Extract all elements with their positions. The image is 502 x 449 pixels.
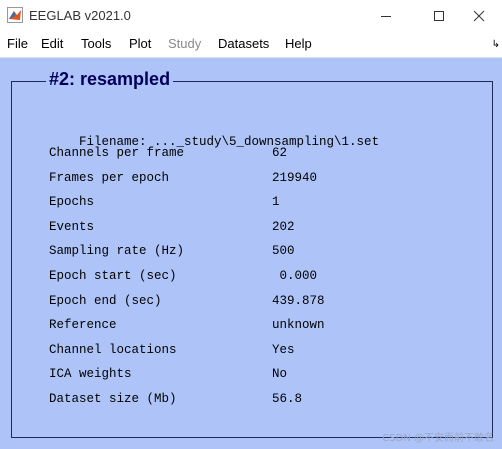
row-label: Sampling rate (Hz) <box>49 244 185 258</box>
row-value: 62 <box>272 146 288 160</box>
info-row: Reference unknown <box>49 318 325 338</box>
info-row: Epoch end (sec) 439.878 <box>49 294 325 314</box>
info-row: Frames per epoch 219940 <box>49 171 317 191</box>
close-icon <box>473 10 485 21</box>
row-label: Epochs <box>49 195 95 209</box>
row-label: ICA weights <box>49 367 132 381</box>
dock-arrow-icon[interactable]: ↳ <box>492 39 500 50</box>
row-label: Epoch start (sec) <box>49 269 177 283</box>
filename-row: Filename: ..._study\5_downsampling\1.set <box>49 121 379 149</box>
menu-tools[interactable]: Tools <box>81 36 111 51</box>
menu-plot[interactable]: Plot <box>129 36 151 51</box>
row-value: 219940 <box>272 171 318 185</box>
minimize-icon <box>381 15 391 17</box>
row-value: 202 <box>272 220 295 234</box>
watermark-text: CSDN @不安而前不敢名 <box>382 433 494 444</box>
menu-file[interactable]: File <box>7 36 28 51</box>
row-label: Channel locations <box>49 343 177 357</box>
row-label: Channels per frame <box>49 146 185 160</box>
row-label: Dataset size (Mb) <box>49 392 177 406</box>
row-value: 439.878 <box>272 294 325 308</box>
info-row: Channel locations Yes <box>49 343 295 363</box>
row-value: No <box>272 367 288 381</box>
info-row: Sampling rate (Hz) 500 <box>49 244 295 264</box>
menu-help[interactable]: Help <box>285 36 312 51</box>
row-value: unknown <box>272 318 325 332</box>
menu-edit[interactable]: Edit <box>41 36 63 51</box>
row-label: Reference <box>49 318 117 332</box>
row-label: Frames per epoch <box>49 171 170 185</box>
info-row: Dataset size (Mb) 56.8 <box>49 392 302 412</box>
close-button[interactable] <box>456 0 502 31</box>
row-value: 500 <box>272 244 295 258</box>
main-area: #2: resampled Filename: ..._study\5_down… <box>0 58 502 449</box>
info-row: Events 202 <box>49 220 295 240</box>
info-row: Channels per frame 62 <box>49 146 287 166</box>
row-value: 1 <box>272 195 280 209</box>
row-label: Events <box>49 220 95 234</box>
dataset-title: #2: resampled <box>46 69 174 90</box>
info-row: Epochs 1 <box>49 195 280 215</box>
row-value: Yes <box>272 343 295 357</box>
info-row: Epoch start (sec) 0.000 <box>49 269 317 289</box>
row-value: 56.8 <box>272 392 303 406</box>
matlab-icon <box>7 7 23 23</box>
window-title: EEGLAB v2021.0 <box>29 8 131 23</box>
title-bar: EEGLAB v2021.0 <box>0 0 502 31</box>
minimize-button[interactable] <box>363 0 409 31</box>
info-row: ICA weights No <box>49 367 287 387</box>
menu-study: Study <box>168 36 202 51</box>
menu-datasets[interactable]: Datasets <box>218 36 269 51</box>
row-value: 0.000 <box>272 269 318 283</box>
row-label: Epoch end (sec) <box>49 294 162 308</box>
menu-bar: File Edit Tools Plot Study Datasets Help… <box>0 31 502 58</box>
maximize-icon <box>434 10 444 21</box>
